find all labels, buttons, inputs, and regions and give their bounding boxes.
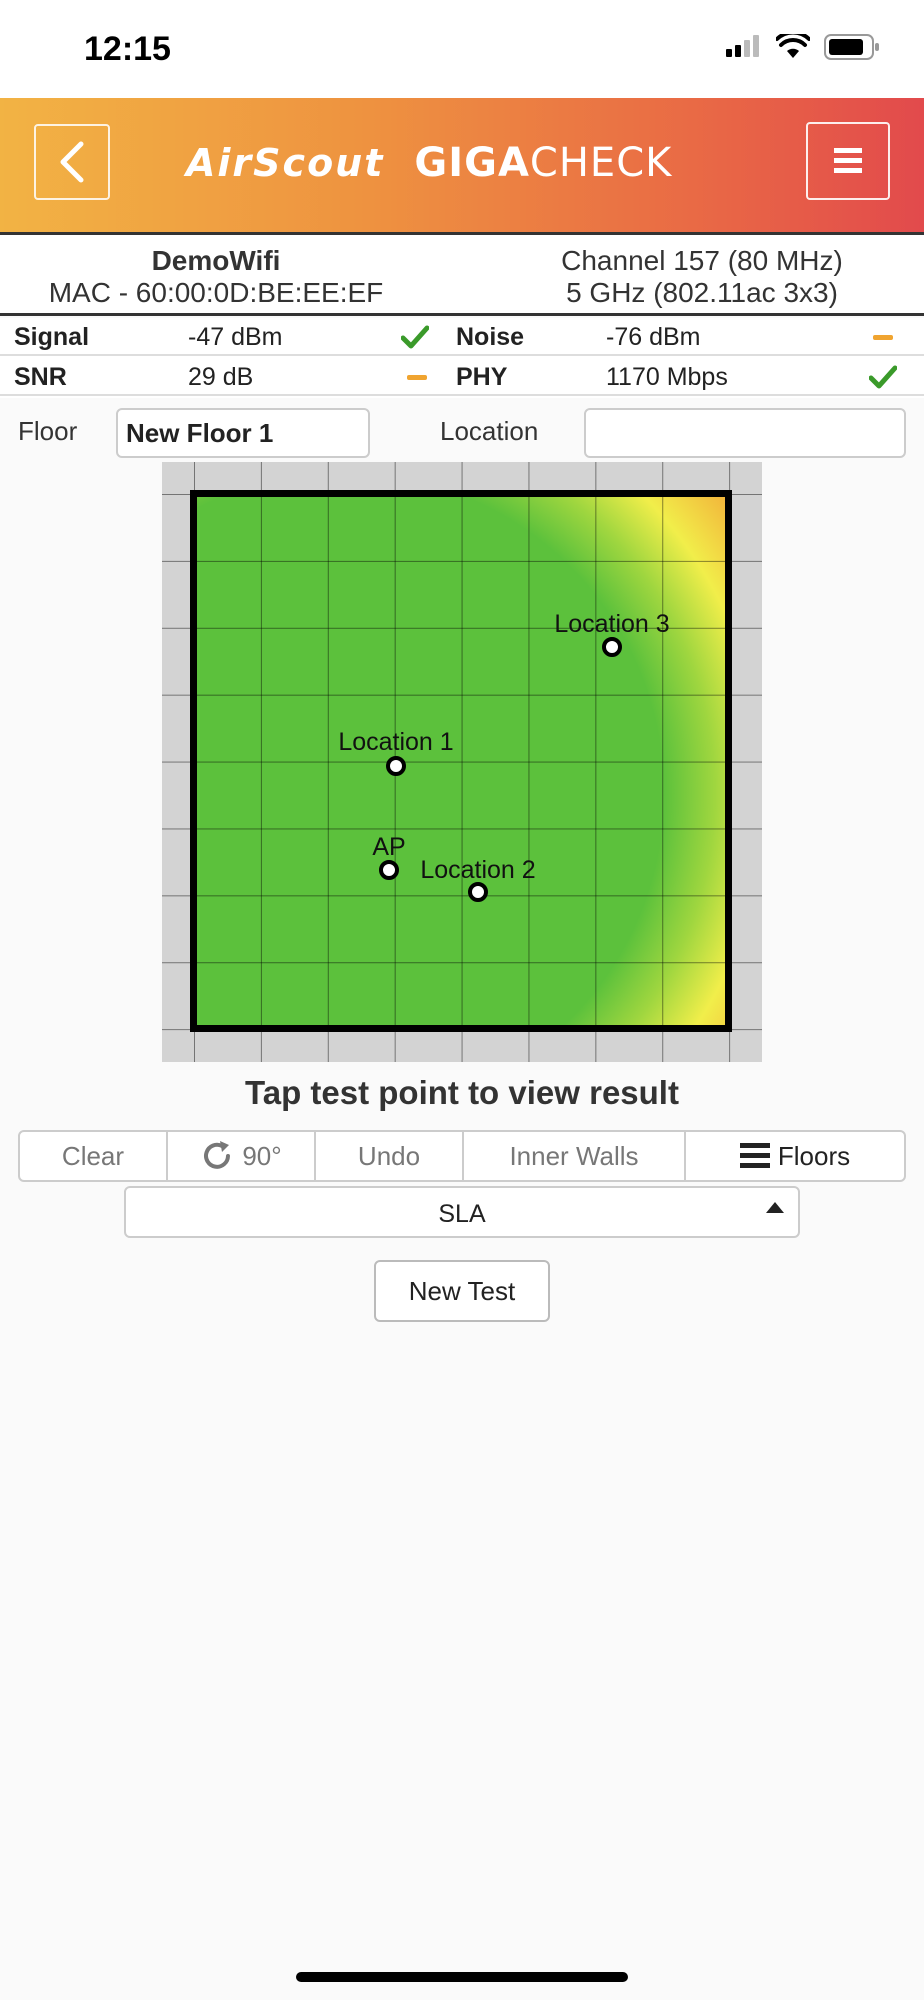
access-point-marker[interactable]	[379, 860, 399, 880]
metric-value-signal: -47 dBm	[188, 323, 283, 351]
metric-value-snr: 29 dB	[188, 363, 254, 391]
new-test-button[interactable]: New Test	[374, 1260, 550, 1322]
clear-button[interactable]: Clear	[20, 1132, 168, 1180]
back-button[interactable]	[34, 124, 110, 200]
metric-label-noise: Noise	[456, 323, 525, 351]
list-icon	[739, 1143, 770, 1168]
location-input[interactable]	[584, 408, 906, 458]
check-icon	[868, 362, 898, 392]
dash-icon	[402, 362, 432, 392]
network-ssid: DemoWifi	[151, 245, 281, 276]
network-info: DemoWifi MAC - 60:00:0D:BE:EE:EF Channel…	[0, 232, 924, 316]
hamburger-icon	[834, 148, 862, 173]
point-label-ap: AP	[372, 833, 406, 861]
caret-up-icon	[766, 1202, 784, 1213]
dash-icon	[868, 322, 898, 352]
undo-label: Undo	[357, 1140, 421, 1171]
test-point-location-3[interactable]	[602, 637, 622, 657]
metrics-panel: Signal -47 dBm Noise -76 dBm SNR 29 dB P…	[0, 318, 924, 398]
brand-giga-rest: CHECK	[529, 140, 673, 186]
metric-label-signal: Signal	[14, 323, 90, 351]
sla-select[interactable]: SLA	[124, 1186, 800, 1238]
floor-outline	[190, 490, 732, 1032]
network-mac: MAC - 60:00:0D:BE:EE:EF	[48, 277, 384, 308]
check-icon	[400, 322, 430, 352]
test-point-location-2[interactable]	[468, 882, 488, 902]
inner-walls-button[interactable]: Inner Walls	[464, 1132, 686, 1180]
metric-row: Signal -47 dBm Noise -76 dBm	[0, 318, 924, 356]
point-label-location-1: Location 1	[338, 728, 454, 756]
floor-input[interactable]: New Floor 1	[116, 408, 370, 458]
floors-button[interactable]: Floors	[686, 1132, 904, 1180]
brand-airscout: AirScout	[186, 141, 385, 185]
network-band: 5 GHz (802.11ac 3x3)	[566, 277, 838, 308]
battery-icon	[824, 33, 880, 65]
map-toolbar: Clear 90° Undo Inner Walls Floors	[18, 1130, 906, 1182]
clear-label: Clear	[61, 1140, 125, 1171]
home-indicator[interactable]	[296, 1972, 628, 1982]
menu-button[interactable]	[806, 122, 890, 200]
map-hint: Tap test point to view result	[245, 1074, 679, 1111]
wifi-icon	[775, 30, 811, 65]
rotate-label: 90°	[242, 1140, 282, 1171]
metric-label-snr: SNR	[14, 363, 67, 391]
point-label-location-3: Location 3	[554, 610, 670, 638]
undo-button[interactable]: Undo	[316, 1132, 464, 1180]
inner-walls-label: Inner Walls	[509, 1140, 639, 1171]
floor-map[interactable]: Location 3 Location 1 AP Location 2	[162, 462, 762, 1062]
test-point-location-1[interactable]	[386, 756, 406, 776]
metric-row: SNR 29 dB PHY 1170 Mbps	[0, 358, 924, 396]
location-label: Location	[440, 416, 539, 446]
point-label-location-2: Location 2	[420, 856, 536, 884]
status-icons	[726, 30, 880, 65]
app-header: AirScout GIGACHECK	[0, 98, 924, 232]
brand-logo: AirScout GIGACHECK	[186, 138, 672, 188]
sla-selected-value: SLA	[438, 1200, 486, 1228]
metric-value-noise: -76 dBm	[606, 323, 701, 351]
chevron-left-icon	[60, 141, 84, 183]
rotate-icon	[204, 1141, 231, 1169]
metric-label-phy: PHY	[456, 363, 508, 391]
status-bar: 12:15	[0, 0, 924, 98]
floor-label: Floor	[18, 416, 78, 446]
brand-giga-bold: GIGA	[414, 140, 530, 186]
network-channel: Channel 157 (80 MHz)	[561, 245, 843, 276]
floors-label: Floors	[777, 1140, 851, 1171]
signal-icon	[726, 34, 762, 64]
floor-location-row: Floor New Floor 1 Location	[0, 400, 924, 460]
brand-gigacheck: GIGACHECK	[414, 140, 672, 186]
metric-value-phy: 1170 Mbps	[606, 363, 728, 391]
status-time: 12:15	[84, 30, 171, 68]
rotate-button[interactable]: 90°	[168, 1132, 316, 1180]
